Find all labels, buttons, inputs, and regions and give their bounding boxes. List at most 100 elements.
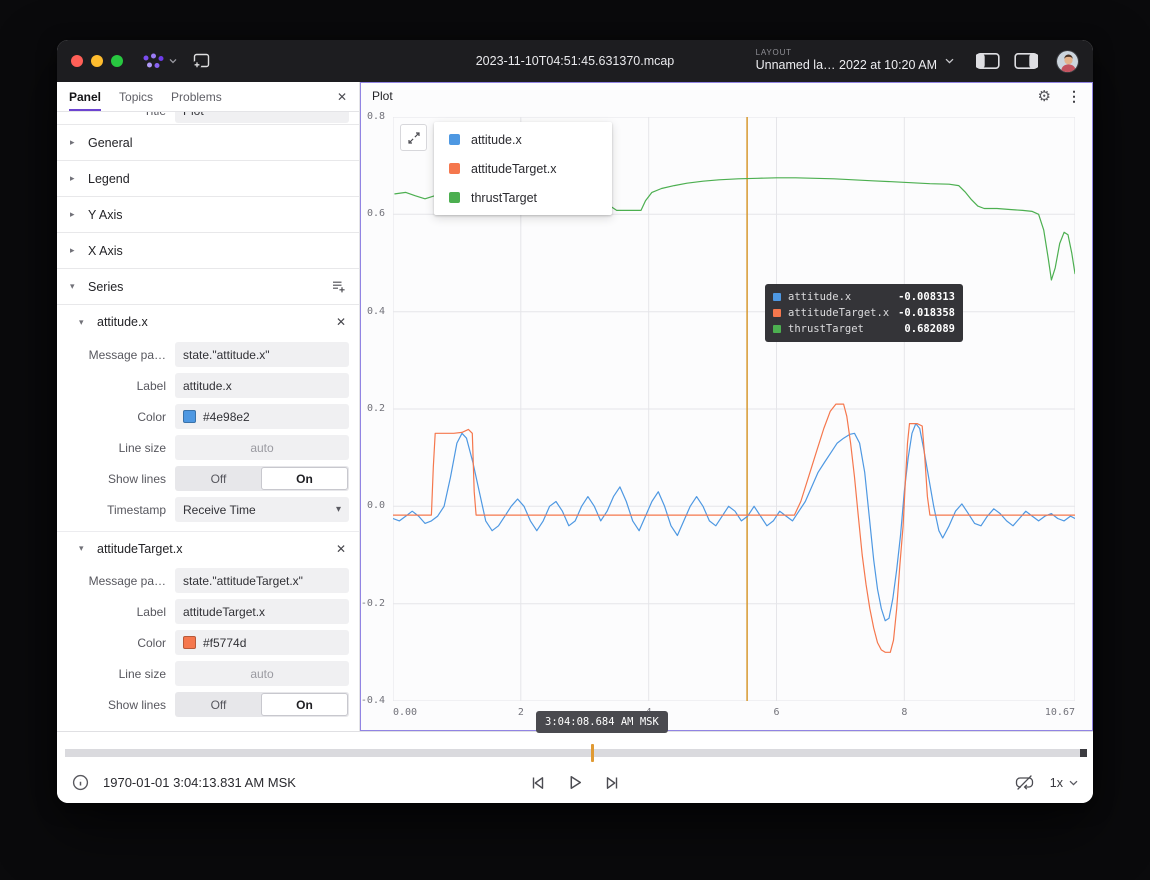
label-input[interactable]: attitude.x [175, 373, 349, 398]
color-label: Color [57, 636, 175, 650]
tab-problems[interactable]: Problems [171, 82, 222, 111]
message-path-input[interactable]: state."attitude.x" [175, 342, 349, 367]
toggle-off-option[interactable]: Off [176, 693, 261, 716]
app-window: 2023-11-10T04:51:45.631370.mcap LAYOUT U… [57, 40, 1093, 803]
loop-playback-button[interactable] [1015, 774, 1034, 791]
remove-series-icon[interactable]: ✕ [336, 315, 346, 329]
toggle-left-sidebar-button[interactable] [974, 49, 1002, 73]
tooltip-swatch [773, 325, 781, 333]
skip-forward-icon [604, 775, 622, 791]
title-field-input[interactable]: Plot [175, 112, 349, 123]
data-source-info-button[interactable] [72, 774, 89, 791]
message-path-label: Message pa… [57, 348, 175, 362]
skip-back-icon [529, 775, 547, 791]
playhead-marker[interactable] [591, 744, 594, 762]
legend-swatch [449, 134, 460, 145]
legend-item[interactable]: attitudeTarget.x [434, 154, 612, 183]
seek-backward-button[interactable] [529, 775, 547, 791]
toggle-on-option[interactable]: On [261, 467, 348, 490]
chevron-right-icon: ▸ [70, 173, 80, 184]
section-x-axis[interactable]: ▸ X Axis [57, 233, 359, 269]
label-row: Label attitudeTarget.x [57, 596, 359, 627]
chevron-down-icon [1069, 780, 1078, 786]
line-size-label: Line size [57, 441, 175, 455]
section-x-axis-label: X Axis [88, 244, 123, 258]
legend-collapse-button[interactable] [400, 124, 427, 151]
app-menu-button[interactable] [141, 53, 177, 70]
layout-name: Unnamed la… 2022 at 10:20 AM [756, 58, 937, 74]
chevron-right-icon: ▸ [70, 245, 80, 256]
chevron-down-icon [169, 58, 177, 64]
section-series-label: Series [88, 280, 123, 294]
x-tick-label: 10.67 [1045, 707, 1075, 718]
plot-panel[interactable]: Plot ⚙ ⋮ 0.80.60.40.20.0-0.2-0.4 0.00246… [360, 82, 1093, 731]
show-lines-label: Show lines [57, 698, 175, 712]
y-axis-tick-labels: 0.80.60.40.20.0-0.2-0.4 [360, 117, 389, 701]
message-path-input[interactable]: state."attitudeTarget.x" [175, 568, 349, 593]
play-button[interactable] [567, 774, 584, 791]
add-series-button[interactable] [331, 279, 346, 294]
color-row: Color #f5774d [57, 627, 359, 658]
tooltip-value: -0.018358 [898, 307, 955, 319]
close-icon: ✕ [337, 90, 347, 104]
chevron-down-icon [945, 58, 954, 64]
tooltip-swatch [773, 309, 781, 317]
legend-item[interactable]: thrustTarget [434, 183, 612, 212]
avatar[interactable] [1056, 50, 1079, 73]
line-size-label: Line size [57, 667, 175, 681]
tooltip-swatch [773, 293, 781, 301]
minimize-window-button[interactable] [91, 55, 103, 67]
close-sidebar-button[interactable]: ✕ [337, 82, 347, 111]
remove-series-icon[interactable]: ✕ [336, 542, 346, 556]
y-tick-label: -0.4 [361, 695, 385, 706]
tab-topics[interactable]: Topics [119, 82, 153, 111]
seek-bar[interactable] [65, 749, 1085, 757]
color-swatch[interactable] [183, 636, 196, 649]
line-size-input[interactable]: auto [175, 661, 349, 686]
toggle-off-option[interactable]: Off [176, 467, 261, 490]
playback-controls: 1970-01-01 3:04:13.831 AM MSK [57, 762, 1093, 803]
chevron-down-icon: ▾ [79, 317, 89, 328]
seek-forward-button[interactable] [604, 775, 622, 791]
series-editor-attitude-x[interactable]: ▾ attitude.x ✕ [57, 305, 359, 339]
color-swatch[interactable] [183, 410, 196, 423]
panel-settings-sidebar: Panel Topics Problems ✕ Title Plot ▸ Gen… [57, 82, 360, 731]
legend-item[interactable]: attitude.x [434, 125, 612, 154]
series-name: attitude.x [97, 315, 148, 329]
section-legend[interactable]: ▸ Legend [57, 161, 359, 197]
toggle-right-sidebar-button[interactable] [1012, 49, 1040, 73]
section-y-axis[interactable]: ▸ Y Axis [57, 197, 359, 233]
color-label: Color [57, 410, 175, 424]
tooltip-row: thrustTarget 0.682089 [773, 321, 955, 337]
legend-label: thrustTarget [471, 191, 537, 205]
label-label: Label [57, 605, 175, 619]
x-tick-label: 6 [773, 707, 779, 718]
tab-panel[interactable]: Panel [69, 82, 101, 111]
color-input[interactable]: #4e98e2 [175, 404, 349, 429]
tooltip-series-name: thrustTarget [788, 323, 864, 335]
playback-speed-control[interactable]: 1x [1050, 776, 1078, 790]
close-window-button[interactable] [71, 55, 83, 67]
section-general[interactable]: ▸ General [57, 125, 359, 161]
section-series[interactable]: ▾ Series [57, 269, 359, 305]
zoom-window-button[interactable] [111, 55, 123, 67]
add-panel-button[interactable] [187, 49, 215, 73]
title-field-row-clipped: Title Plot [57, 112, 359, 125]
line-size-input[interactable]: auto [175, 435, 349, 460]
right-sidebar-icon [1014, 52, 1038, 70]
legend-label: attitudeTarget.x [471, 162, 556, 176]
y-tick-label: 0.2 [367, 403, 385, 414]
series-editor-attitude-target-x[interactable]: ▾ attitudeTarget.x ✕ [57, 531, 359, 565]
message-path-row: Message pa… state."attitude.x" [57, 339, 359, 370]
chevron-down-icon: ▾ [336, 504, 341, 515]
toggle-on-option[interactable]: On [261, 693, 348, 716]
show-lines-toggle: Off On [175, 466, 349, 491]
playback-bar: 1970-01-01 3:04:13.831 AM MSK [57, 731, 1093, 803]
timestamp-select[interactable]: Receive Time ▾ [175, 497, 349, 522]
layout-picker[interactable]: LAYOUT Unnamed la… 2022 at 10:20 AM [756, 48, 954, 74]
panel-settings-gear-icon[interactable]: ⚙ [1038, 87, 1051, 105]
color-input[interactable]: #f5774d [175, 630, 349, 655]
label-input[interactable]: attitudeTarget.x [175, 599, 349, 624]
y-tick-label: 0.4 [367, 306, 385, 317]
panel-menu-icon[interactable]: ⋮ [1067, 88, 1081, 105]
